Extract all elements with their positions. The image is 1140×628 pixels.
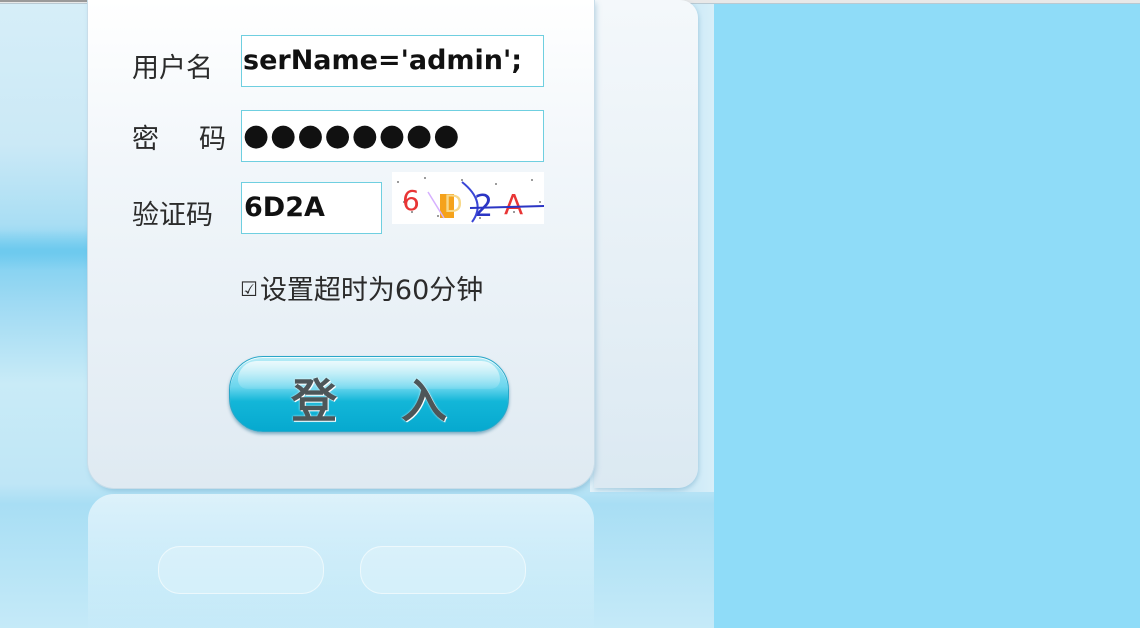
checkbox-icon[interactable]: ☑: [240, 277, 258, 301]
reflection-ghost-right: [360, 546, 526, 594]
svg-text:6: 6: [402, 184, 420, 217]
svg-text:D: D: [444, 190, 462, 218]
login-button-label: 登 入: [290, 374, 471, 428]
password-label-char-2: 码: [199, 124, 226, 155]
login-button[interactable]: 登 入: [229, 356, 509, 432]
captcha-label: 验证码: [132, 200, 213, 231]
password-label-char-1: 密: [132, 124, 159, 155]
password-input[interactable]: ●●●●●●●●: [241, 110, 544, 162]
svg-text:A: A: [504, 188, 523, 221]
password-label: 密码: [132, 117, 226, 156]
panel-back-layer: [594, 0, 698, 488]
reflection-ghost-left: [158, 546, 324, 594]
remember-timeout-label: 设置超时为60分钟: [259, 275, 484, 306]
captcha-input[interactable]: 6D2A: [241, 182, 382, 234]
username-input[interactable]: serName='admin';: [241, 35, 544, 87]
captcha-image[interactable]: 6 D 2 A: [392, 172, 545, 224]
remember-timeout-checkbox[interactable]: ☑设置超时为60分钟: [240, 268, 483, 307]
captcha-image-graphic: 6 D 2 A: [392, 172, 545, 224]
username-label: 用户名: [132, 53, 213, 84]
